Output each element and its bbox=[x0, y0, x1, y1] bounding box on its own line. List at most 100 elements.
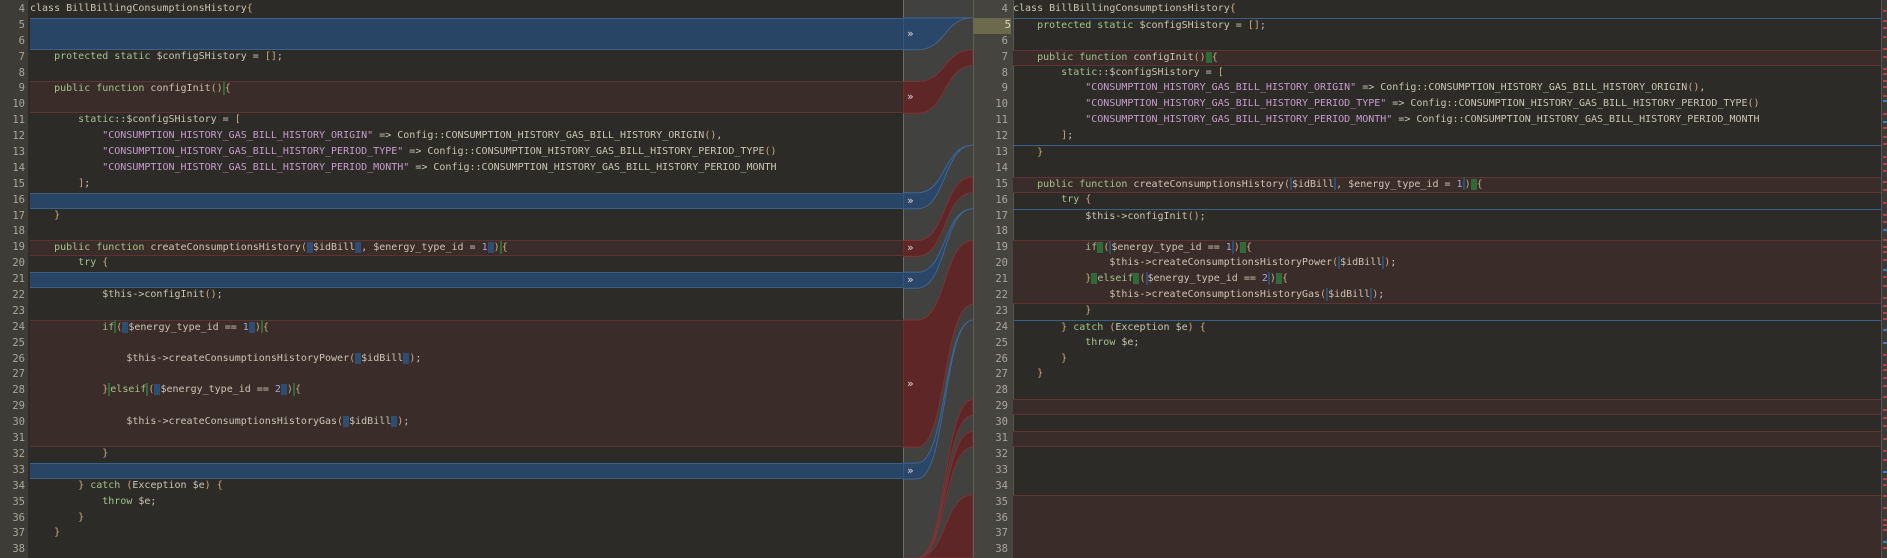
change-marker[interactable] bbox=[1883, 259, 1887, 261]
change-marker[interactable] bbox=[1883, 425, 1887, 427]
code-line[interactable]: 32 bbox=[973, 447, 1881, 463]
change-marker[interactable] bbox=[1883, 459, 1887, 461]
change-marker[interactable] bbox=[1883, 342, 1887, 344]
change-marker[interactable] bbox=[1883, 471, 1887, 473]
code-line[interactable]: 38 bbox=[973, 542, 1881, 558]
code-line[interactable]: 6 bbox=[0, 33, 903, 50]
code-line[interactable]: 5 bbox=[0, 17, 903, 34]
code-line[interactable]: 37 bbox=[973, 526, 1881, 543]
change-marker[interactable] bbox=[1883, 86, 1887, 88]
change-marker[interactable] bbox=[1883, 312, 1887, 314]
code-line[interactable]: 16 try { bbox=[973, 193, 1881, 209]
change-marker[interactable] bbox=[1883, 95, 1887, 97]
code-line[interactable]: 12 ]; bbox=[973, 129, 1881, 145]
change-marker[interactable] bbox=[1883, 56, 1887, 58]
code-line[interactable]: 13 } bbox=[973, 145, 1881, 161]
change-marker[interactable] bbox=[1883, 48, 1887, 50]
code-line[interactable]: 27 bbox=[0, 367, 903, 384]
change-marker[interactable] bbox=[1883, 529, 1887, 531]
code-line[interactable]: 13 "CONSUMPTION_HISTORY_GAS_BILL_HISTORY… bbox=[0, 145, 903, 161]
code-line[interactable]: 20 $this->createConsumptionsHistoryPower… bbox=[973, 255, 1881, 273]
code-line[interactable]: 33 bbox=[0, 462, 903, 479]
code-line[interactable]: 9 "CONSUMPTION_HISTORY_GAS_BILL_HISTORY_… bbox=[973, 81, 1881, 97]
change-marker[interactable] bbox=[1883, 269, 1887, 271]
code-line[interactable]: 28 bbox=[973, 383, 1881, 399]
change-marker[interactable] bbox=[1883, 417, 1887, 419]
change-marker[interactable] bbox=[1883, 369, 1887, 371]
change-marker[interactable] bbox=[1883, 377, 1887, 379]
apply-change-icon[interactable]: » bbox=[907, 194, 914, 207]
code-line[interactable]: 30 bbox=[973, 415, 1881, 431]
right-editor-pane[interactable]: 4 class BillBillingConsumptionsHistory{5 … bbox=[973, 0, 1881, 558]
change-marker[interactable] bbox=[1883, 519, 1887, 521]
code-line[interactable]: 15 ]; bbox=[0, 177, 903, 193]
code-line[interactable]: 35 bbox=[973, 494, 1881, 511]
code-line[interactable]: 12 "CONSUMPTION_HISTORY_GAS_BILL_HISTORY… bbox=[0, 129, 903, 145]
change-marker[interactable] bbox=[1883, 495, 1887, 497]
code-line[interactable]: 16 bbox=[0, 192, 903, 209]
change-marker[interactable] bbox=[1883, 524, 1887, 526]
change-marker[interactable] bbox=[1883, 100, 1887, 102]
code-line[interactable]: 17 } bbox=[0, 209, 903, 225]
code-line[interactable]: 7 public function configInit() { bbox=[973, 49, 1881, 66]
change-marker[interactable] bbox=[1883, 246, 1887, 248]
code-line[interactable]: 14 bbox=[973, 161, 1881, 177]
code-line[interactable]: 36 bbox=[973, 510, 1881, 527]
apply-change-icon[interactable]: » bbox=[907, 465, 914, 477]
code-line[interactable]: 11 "CONSUMPTION_HISTORY_GAS_BILL_HISTORY… bbox=[973, 113, 1881, 129]
code-line[interactable]: 18 bbox=[973, 224, 1881, 240]
code-line[interactable]: 26 } bbox=[973, 352, 1881, 368]
change-marker[interactable] bbox=[1883, 450, 1887, 452]
change-marker[interactable] bbox=[1883, 329, 1887, 331]
code-line[interactable]: 33 bbox=[973, 463, 1881, 479]
code-line[interactable]: 23 } bbox=[973, 304, 1881, 320]
change-marker[interactable] bbox=[1883, 136, 1887, 138]
code-line[interactable]: 37 } bbox=[0, 526, 903, 542]
change-marker[interactable] bbox=[1883, 181, 1887, 183]
code-line[interactable]: 34 bbox=[973, 479, 1881, 495]
code-line[interactable]: 24 if( $energy_type_id == 1 ){ bbox=[0, 319, 903, 336]
change-marker[interactable] bbox=[1883, 156, 1887, 158]
change-marker[interactable] bbox=[1883, 239, 1887, 241]
code-line[interactable]: 5 protected static $configSHistory = []; bbox=[973, 17, 1881, 34]
code-line[interactable]: 23 bbox=[0, 304, 903, 320]
change-marker[interactable] bbox=[1883, 484, 1887, 486]
code-line[interactable]: 15 public function createConsumptionsHis… bbox=[973, 176, 1881, 193]
code-line[interactable]: 22 $this->createConsumptionsHistoryGas($… bbox=[973, 287, 1881, 304]
code-line[interactable]: 22 $this->configInit(); bbox=[0, 288, 903, 304]
code-line[interactable]: 20 try { bbox=[0, 256, 903, 272]
apply-change-icon[interactable]: » bbox=[907, 377, 914, 390]
code-line[interactable]: 10 bbox=[0, 97, 903, 114]
code-line[interactable]: 8 static::$configSHistory = [ bbox=[973, 66, 1881, 82]
change-marker[interactable] bbox=[1883, 305, 1887, 307]
code-line[interactable]: 14 "CONSUMPTION_HISTORY_GAS_BILL_HISTORY… bbox=[0, 161, 903, 177]
apply-change-icon[interactable]: » bbox=[907, 274, 914, 286]
code-line[interactable]: 8 bbox=[0, 66, 903, 82]
code-line[interactable]: 28 } elseif( $energy_type_id == 2 ){ bbox=[0, 382, 903, 400]
change-marker[interactable] bbox=[1883, 121, 1887, 123]
change-marker[interactable] bbox=[1883, 541, 1887, 543]
change-marker[interactable] bbox=[1883, 221, 1887, 223]
code-line[interactable]: 19 public function createConsumptionsHis… bbox=[0, 240, 903, 257]
change-marker[interactable] bbox=[1883, 229, 1887, 231]
change-marker[interactable] bbox=[1883, 214, 1887, 216]
change-marker[interactable] bbox=[1883, 547, 1887, 549]
code-line[interactable]: 38 bbox=[0, 542, 903, 558]
change-marker[interactable] bbox=[1883, 285, 1887, 287]
change-marker[interactable] bbox=[1883, 354, 1887, 356]
change-marker[interactable] bbox=[1883, 276, 1887, 278]
change-marker[interactable] bbox=[1883, 507, 1887, 509]
apply-change-icon[interactable]: » bbox=[907, 27, 914, 40]
code-line[interactable]: 9 public function configInit(){ bbox=[0, 81, 903, 98]
code-line[interactable]: 18 bbox=[0, 224, 903, 240]
change-marker[interactable] bbox=[1883, 396, 1887, 398]
change-marker[interactable] bbox=[1883, 80, 1887, 82]
left-editor-pane[interactable]: 4 class BillBillingConsumptionsHistory{5 6… bbox=[0, 0, 903, 558]
code-line[interactable]: 34 } catch (Exception $e) { bbox=[0, 479, 903, 495]
code-line[interactable]: 25 bbox=[0, 335, 903, 352]
change-marker[interactable] bbox=[1883, 170, 1887, 172]
code-line[interactable]: 7 protected static $configSHistory = []; bbox=[0, 50, 903, 66]
change-marker[interactable] bbox=[1883, 364, 1887, 366]
code-line[interactable]: 35 throw $e; bbox=[0, 495, 903, 511]
code-line[interactable]: 31 bbox=[0, 431, 903, 447]
